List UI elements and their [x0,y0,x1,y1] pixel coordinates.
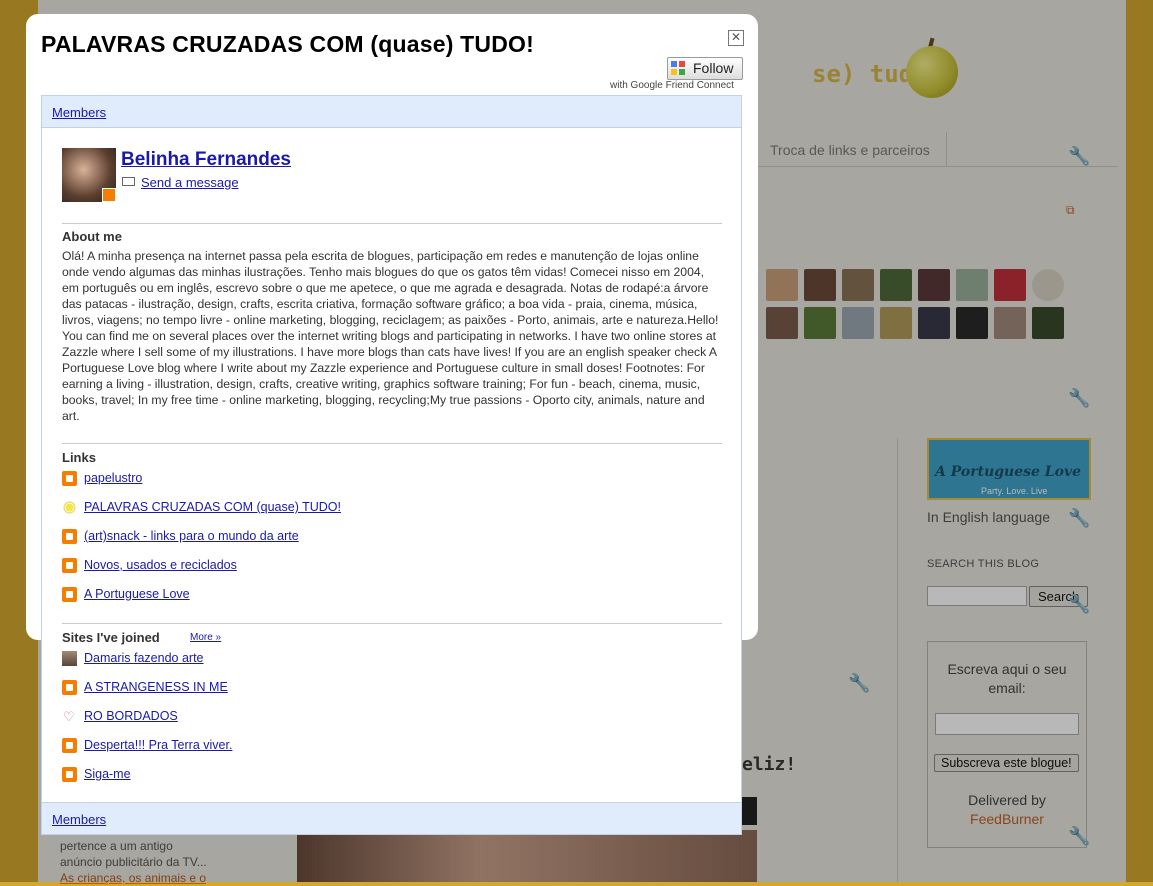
links-heading: Links [62,450,96,465]
blogger-icon [62,738,77,753]
more-sites-link[interactable]: More » [190,632,221,643]
divider [62,223,722,224]
site-label[interactable]: RO BORDADOS [84,709,178,723]
send-message-link[interactable]: Send a message [141,175,239,190]
blogger-icon [62,529,77,544]
site-label[interactable]: A STRANGENESS IN ME [84,680,228,694]
follow-button[interactable]: Follow [667,57,743,80]
link-label[interactable]: PALAVRAS CRUZADAS COM (quase) TUDO! [84,500,341,514]
site-label[interactable]: Siga-me [84,767,131,781]
divider [62,623,722,624]
follow-label: Follow [693,60,734,76]
blogger-icon [62,558,77,573]
link-label[interactable]: Novos, usados e reciclados [84,558,237,572]
blogger-icon [62,471,77,486]
about-text: Olá! A minha presença na internet passa … [62,249,719,423]
heart-icon: ♡ [63,709,75,724]
link-label[interactable]: A Portuguese Love [84,587,190,601]
about-heading: About me [62,229,122,244]
members-top-bar: Members [42,96,741,128]
members-link[interactable]: Members [52,812,106,827]
site-label[interactable]: Damaris fazendo arte [84,651,204,665]
site-label[interactable]: Desperta!!! Pra Terra viver. [84,738,232,752]
member-panel: Members Members [41,95,742,835]
blogger-icon [62,680,77,695]
members-link[interactable]: Members [52,105,106,120]
blogger-icon [62,767,77,782]
divider [62,443,722,444]
profile-name-link[interactable]: Belinha Fernandes [121,149,291,171]
blogger-badge-icon [102,188,116,202]
avatar-icon [62,651,77,666]
envelope-icon [122,177,135,186]
sites-heading: Sites I've joined [62,630,160,645]
link-label[interactable]: papelustro [84,471,142,485]
google-friend-connect-icon [671,61,685,75]
link-label[interactable]: (art)snack - links para o mundo da arte [84,529,299,543]
sun-icon [63,501,76,514]
close-icon[interactable]: ✕ [728,30,744,46]
members-bottom-bar: Members [42,802,741,834]
gfc-caption: with Google Friend Connect [610,80,734,91]
modal-title: PALAVRAS CRUZADAS COM (quase) TUDO! [41,31,534,57]
blogger-icon [62,587,77,602]
